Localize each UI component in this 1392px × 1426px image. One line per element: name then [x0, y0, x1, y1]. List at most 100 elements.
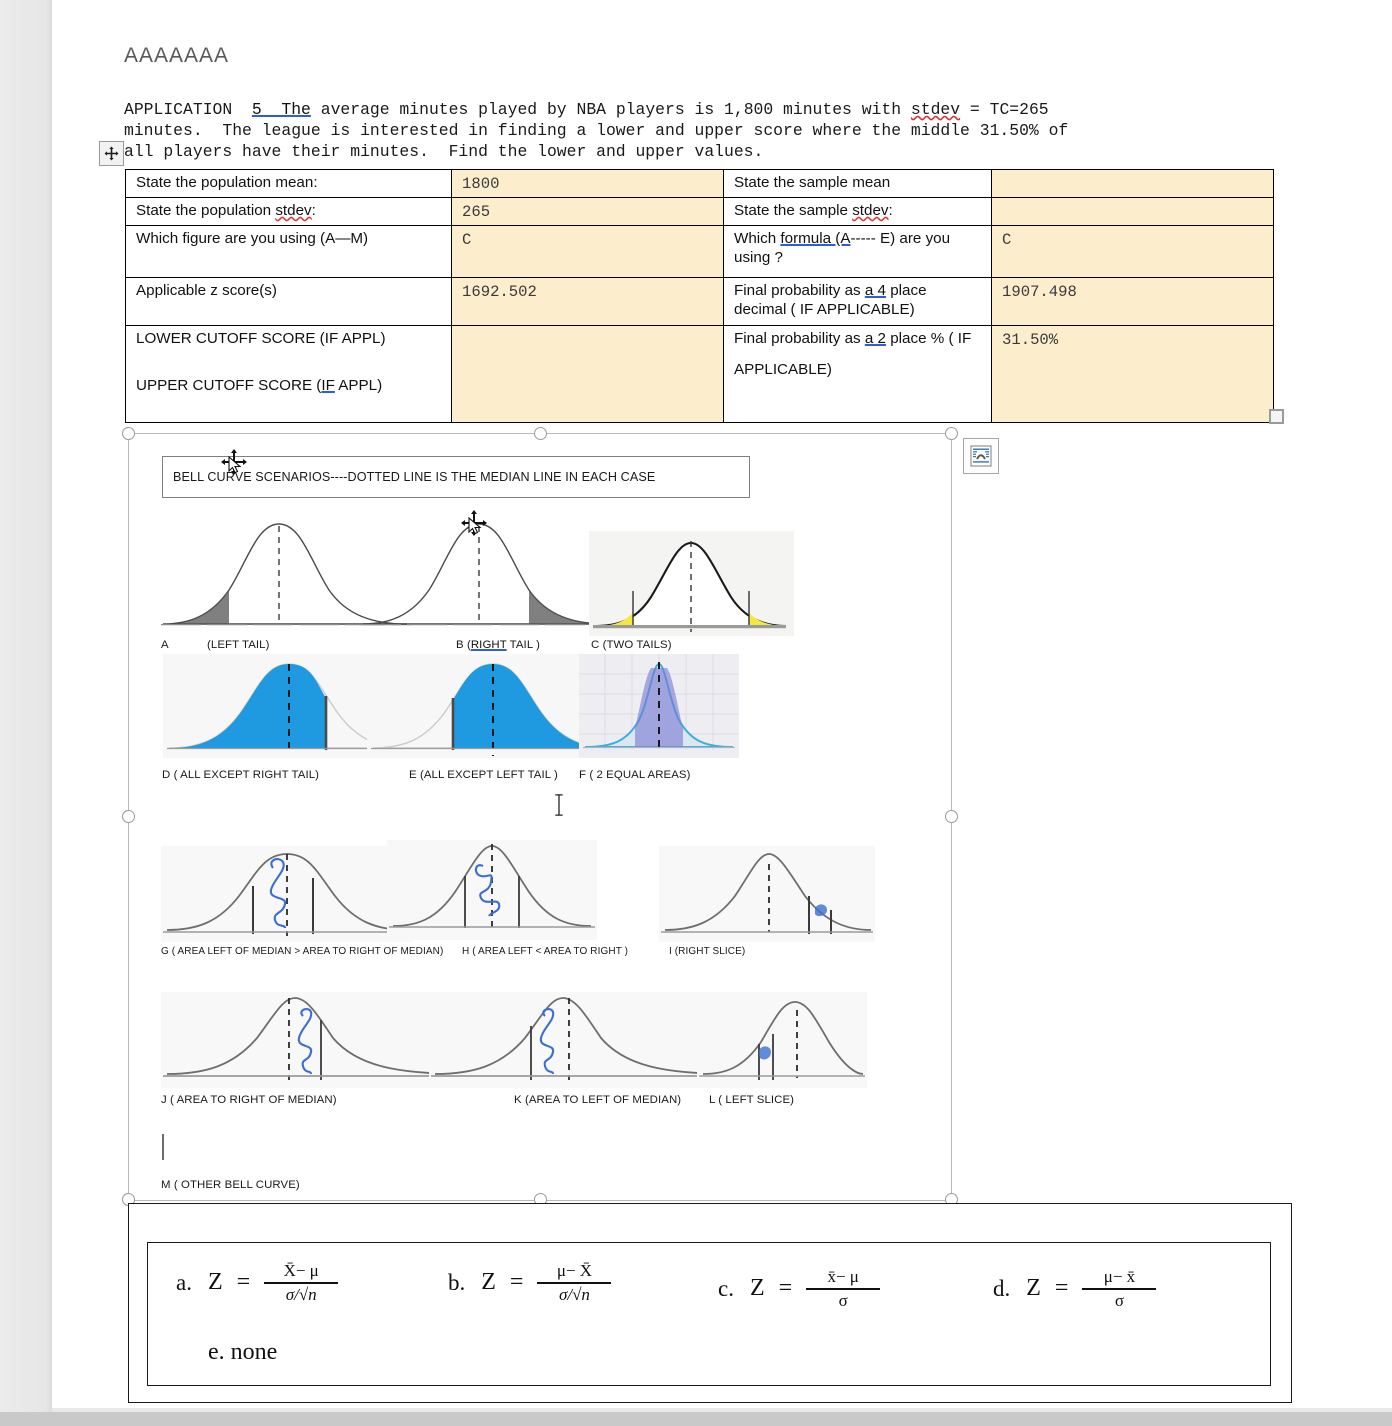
label-underlined-token[interactable]: IF [321, 377, 335, 394]
worksheet-table[interactable]: State the population mean: 1800 State th… [125, 169, 1274, 423]
formula-box-inner: a. Z = X̄− μ σ/√n b. Z = μ− X̄ σ/√n c. Z… [147, 1242, 1271, 1386]
label-tail: APPL) [334, 377, 383, 394]
bell-curve-banner-text: BELL CURVE SCENARIOS----DOTTED LINE IS T… [173, 470, 656, 484]
caption-a-letter: A [161, 639, 169, 651]
formula-letter-c: c. [718, 1275, 734, 1301]
cell-label-population-mean: State the population mean: [125, 169, 452, 198]
lower-cutoff-label: LOWER CUTOFF SCORE (IF APPL) [136, 330, 386, 347]
label-underlined-token[interactable]: a 2 [865, 330, 886, 347]
curve-h-area-left-lt-right [387, 840, 597, 940]
cell-label-sample-mean: State the sample mean [723, 169, 992, 198]
formula-denominator-a: σ/√n [285, 1284, 317, 1304]
formula-denominator-b: σ/√n [559, 1284, 590, 1304]
paragraph-prefix: APPLICATION [124, 100, 252, 119]
cell-label-final-prob-2dp: Final probability as a 2 place % ( IF AP… [723, 325, 992, 423]
table-row[interactable]: Which figure are you using (A—M) C Which… [125, 225, 1274, 278]
formula-letter-b: b. [448, 1269, 466, 1295]
selection-handle-top-center[interactable] [534, 427, 547, 440]
selection-handle-middle-left[interactable] [122, 810, 135, 823]
label-text: State the sample [734, 202, 853, 219]
cell-value-which-formula[interactable]: C [991, 225, 1274, 278]
layout-options-button[interactable] [963, 438, 999, 474]
label-text: Final probability as [734, 330, 865, 347]
curve-c-two-tails [589, 531, 794, 636]
formula-letter-d: d. [993, 1275, 1011, 1301]
formula-eq-a: = [236, 1269, 251, 1296]
formula-z-b: Z [481, 1269, 496, 1296]
formula-denominator-c: σ [838, 1290, 848, 1310]
cell-value-cutoff-scores[interactable] [451, 325, 724, 423]
application-paragraph: APPLICATION 5 The average minutes played… [124, 99, 1274, 162]
bell-curve-image-frame[interactable]: BELL CURVE SCENARIOS----DOTTED LINE IS T… [122, 427, 958, 1206]
cell-value-sample-stdev[interactable] [991, 197, 1274, 226]
table-row[interactable]: LOWER CUTOFF SCORE (IF APPL) UPPER CUTOF… [125, 325, 1274, 423]
curve-f-two-equal-areas [579, 654, 739, 758]
formula-numerator-d: μ− x̄ [1103, 1267, 1136, 1286]
cell-value-sample-mean[interactable] [991, 169, 1274, 198]
formula-option-e-none[interactable]: e. none [208, 1339, 277, 1366]
spellcheck-word-stdev: stdev [852, 202, 889, 219]
upper-cutoff-label: UPPER CUTOFF SCORE (IF APPL) [136, 376, 443, 395]
cell-value-z-scores[interactable]: 1692.502 [451, 277, 724, 326]
table-row[interactable]: Applicable z score(s) 1692.502 Final pro… [125, 277, 1274, 326]
table-row[interactable]: State the population stdev: 265 State th… [125, 197, 1274, 226]
formula-option-b[interactable]: b. Z = μ− X̄ σ/√n [448, 1261, 612, 1305]
caption-e: E (ALL EXCEPT LEFT TAIL ) [409, 769, 558, 781]
formula-fraction-a: X̄− μ σ/√n [264, 1261, 339, 1305]
label-tail: : [888, 202, 893, 219]
table-move-handle[interactable] [99, 141, 124, 166]
cell-value-final-prob-4dp[interactable]: 1907.498 [991, 277, 1274, 326]
formula-fraction-c: x̄− μ σ [806, 1267, 881, 1311]
formula-eq-d: = [1054, 1275, 1069, 1302]
label-underlined-token[interactable]: a 4 [865, 282, 886, 299]
cell-label-final-prob-4dp: Final probability as a 4 place decimal (… [723, 277, 992, 326]
cell-label-cutoff-scores: LOWER CUTOFF SCORE (IF APPL) UPPER CUTOF… [125, 325, 452, 423]
cell-label-population-stdev: State the population stdev: [125, 197, 452, 226]
curve-k-area-left-of-median [429, 992, 739, 1088]
curve-b-right-tail [361, 523, 611, 626]
spellcheck-word-stdev: stdev [910, 100, 961, 119]
formula-option-d[interactable]: d. Z = μ− x̄ σ [993, 1267, 1157, 1311]
table-row[interactable]: State the population mean: 1800 State th… [125, 169, 1274, 198]
selection-handle-top-left[interactable] [122, 427, 135, 440]
formula-z-a: Z [207, 1269, 223, 1296]
cell-label-sample-stdev: State the sample stdev: [723, 197, 992, 226]
formula-option-c[interactable]: c. Z = x̄− μ σ [718, 1267, 881, 1311]
paragraph-underlined-token[interactable]: 5 The [252, 100, 311, 119]
cell-label-z-scores: Applicable z score(s) [125, 277, 452, 326]
selection-handle-middle-right[interactable] [945, 810, 958, 823]
caption-b: B (RIGHT TAIL ) [456, 639, 540, 651]
layout-options-icon [970, 445, 992, 467]
formula-option-a[interactable]: a. Z = X̄− μ σ/√n [176, 1261, 339, 1305]
formula-numerator-c: x̄− μ [827, 1267, 859, 1286]
caption-g: G ( AREA LEFT OF MEDIAN > AREA TO RIGHT … [161, 946, 444, 957]
formula-numerator-a: X̄− μ [283, 1261, 319, 1280]
spellcheck-word-stdev: stdev [275, 202, 312, 219]
cell-value-final-prob-2dp[interactable]: 31.50% [991, 325, 1274, 423]
curve-l-left-slice [697, 992, 867, 1088]
bottom-status-strip [0, 1412, 1392, 1426]
caption-l: L ( LEFT SLICE) [709, 1094, 795, 1106]
label-tail: place % ( IF [885, 330, 972, 347]
final-prob-line2: APPLICABLE) [734, 361, 832, 378]
paragraph-line1-rest: average minutes played by NBA players is… [310, 100, 911, 119]
text-ibeam-cursor [555, 794, 563, 816]
caption-b-pre: B ( [456, 639, 471, 651]
paragraph-line2: minutes. The league is interested in fin… [124, 121, 1069, 140]
table-resize-handle[interactable] [1269, 409, 1284, 424]
selection-handle-top-right[interactable] [945, 427, 958, 440]
label-text: State the population [136, 202, 276, 219]
cell-value-population-stdev[interactable]: 265 [451, 197, 724, 226]
paragraph-line1-tail: = TC=265 [960, 100, 1049, 119]
formula-z-d: Z [1026, 1275, 1041, 1302]
caption-b-post: TAIL ) [506, 639, 540, 651]
cell-value-population-mean[interactable]: 1800 [451, 169, 724, 198]
cell-value-which-figure[interactable]: C [451, 225, 724, 278]
label-text: Final probability as [734, 282, 865, 299]
move-arrows-icon [104, 146, 119, 161]
caption-h: H ( AREA LEFT < AREA TO RIGHT ) [462, 946, 629, 957]
formula-z-c: Z [749, 1275, 765, 1302]
label-underlined-token[interactable]: formula (A [780, 230, 850, 247]
text-cursor-caret [162, 1134, 164, 1160]
caption-b-link[interactable]: RIGHT [471, 639, 507, 651]
